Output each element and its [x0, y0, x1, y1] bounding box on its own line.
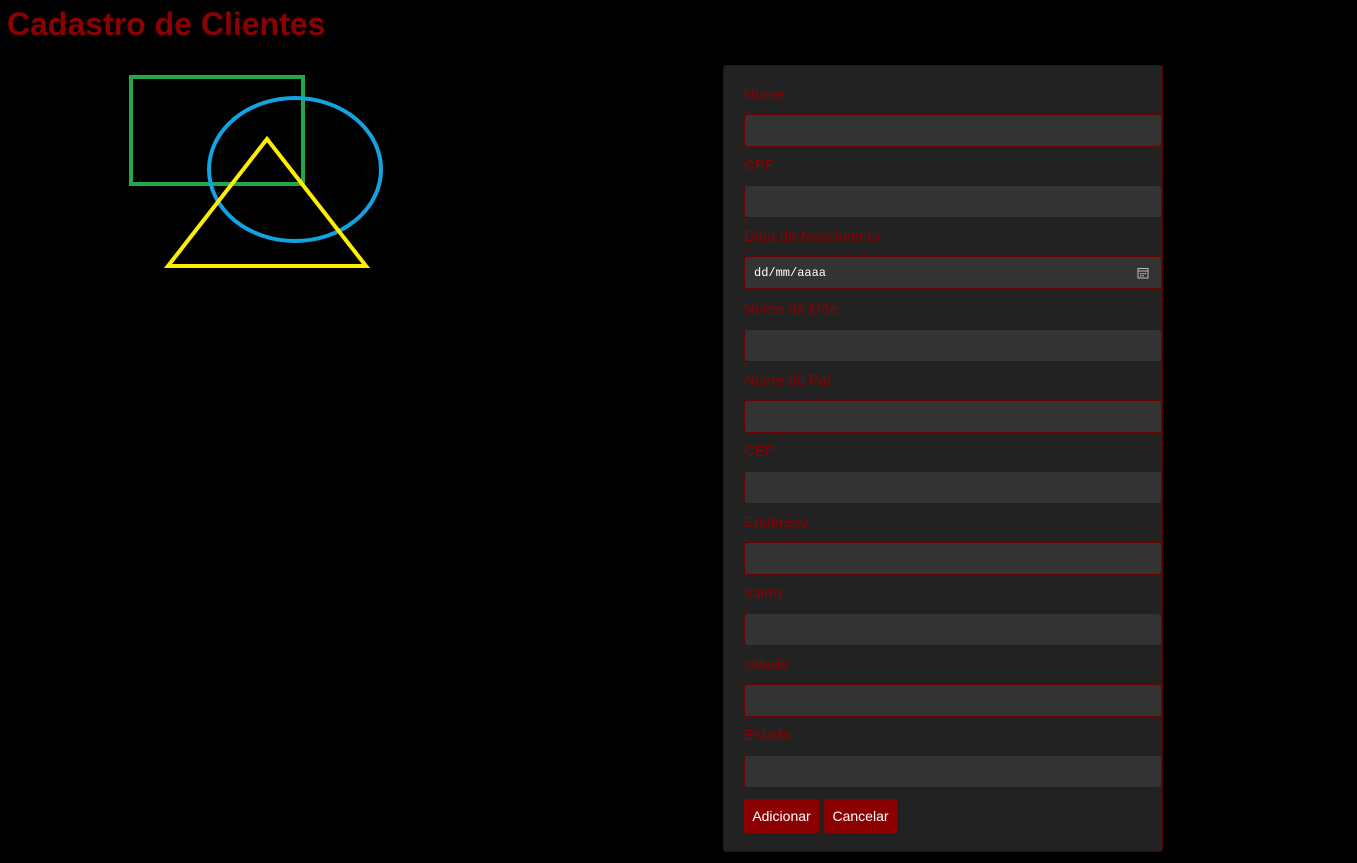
field-cep: CEP — [744, 443, 1162, 504]
cpf-input[interactable] — [744, 185, 1162, 218]
bairro-input[interactable] — [744, 613, 1162, 646]
field-endereco: Endereço — [744, 514, 1162, 575]
nome-label: Nome — [744, 86, 785, 103]
endereco-label: Endereço — [744, 514, 809, 531]
cep-label: CEP — [744, 443, 775, 460]
date-placeholder: dd/mm/aaaa — [754, 266, 827, 280]
nome-mae-input[interactable] — [744, 329, 1162, 362]
field-estado: Estado — [744, 727, 1162, 788]
client-form: Nome CPF Data de Nascimento dd/mm/aaaa N… — [723, 65, 1163, 852]
nome-pai-label: Nome do Pai — [744, 372, 831, 389]
add-button[interactable]: Adicionar — [744, 799, 819, 833]
estado-label: Estado — [744, 727, 791, 744]
logo-rectangle — [129, 75, 305, 186]
cidade-label: cidade — [744, 656, 789, 673]
calendar-icon[interactable] — [1137, 267, 1149, 279]
nome-mae-label: Nome da Mãe — [744, 301, 839, 318]
data-nascimento-input[interactable]: dd/mm/aaaa — [744, 256, 1162, 289]
shapes-logo — [129, 75, 383, 268]
bairro-label: bairro — [744, 585, 783, 602]
cep-input[interactable] — [744, 471, 1162, 504]
field-data-nascimento: Data de Nascimento dd/mm/aaaa — [744, 228, 1162, 289]
logo-ellipse — [207, 96, 383, 243]
field-nome-mae: Nome da Mãe — [744, 301, 1162, 362]
field-nome-pai: Nome do Pai — [744, 372, 1162, 433]
cancel-button[interactable]: Cancelar — [824, 799, 897, 833]
estado-input[interactable] — [744, 755, 1162, 788]
logo-triangle — [163, 135, 371, 268]
field-nome: Nome — [744, 86, 1162, 147]
nome-pai-input[interactable] — [744, 400, 1162, 433]
cpf-label: CPF — [744, 157, 774, 174]
nome-input[interactable] — [744, 114, 1162, 147]
data-nascimento-label: Data de Nascimento — [744, 228, 880, 245]
field-bairro: bairro — [744, 585, 1162, 646]
field-cpf: CPF — [744, 157, 1162, 218]
field-cidade: cidade — [744, 656, 1162, 717]
cidade-input[interactable] — [744, 684, 1162, 717]
endereco-input[interactable] — [744, 542, 1162, 575]
